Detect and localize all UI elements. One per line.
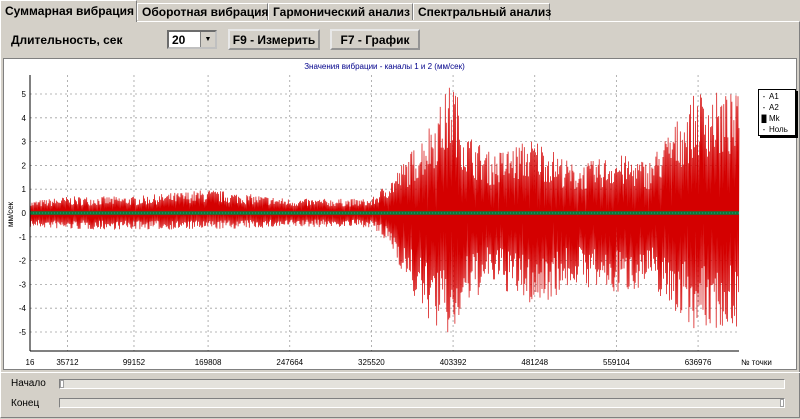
chart-title: Значения вибрации - каналы 1 и 2 (мм/сек…: [304, 62, 465, 71]
chart-legend: - A1 - A2 █ Mk - Ноль: [758, 89, 796, 136]
chart-canvas: Значения вибрации - каналы 1 и 2 (мм/сек…: [6, 62, 772, 367]
y-tick-label: -5: [19, 328, 27, 337]
y-axis-label: мм/сек: [6, 201, 15, 227]
legend-label: Ноль: [769, 125, 788, 134]
tab-spectral-analysis[interactable]: Спектральный анализ: [413, 3, 551, 20]
x-tick-label: 16: [26, 358, 35, 367]
x-tick-label: 325520: [358, 358, 385, 367]
range-panel: Начало Конец: [0, 372, 800, 419]
duration-label: Длительность, сек: [11, 33, 123, 47]
y-tick-label: 3: [22, 138, 27, 147]
legend-item-a1: - A1: [761, 91, 793, 102]
x-tick-label: 636976: [685, 358, 712, 367]
tab-rotational-vibration[interactable]: Оборотная вибрация: [137, 3, 269, 20]
legend-symbol: -: [762, 125, 766, 134]
x-tick-label: 247664: [276, 358, 303, 367]
y-tick-label: -4: [19, 304, 27, 313]
x-tick-label: 35712: [56, 358, 79, 367]
duration-value: 20: [172, 33, 186, 47]
y-tick-label: 4: [22, 114, 27, 123]
legend-item-zero: - Ноль: [761, 124, 793, 135]
graph-button[interactable]: F7 - График: [330, 29, 420, 50]
start-label: Начало: [11, 378, 46, 389]
end-slider[interactable]: [59, 398, 785, 408]
measure-button[interactable]: F9 - Измерить: [228, 29, 320, 50]
x-tick-label: 99152: [123, 358, 146, 367]
series-a1-line: [29, 87, 740, 333]
end-slider-thumb[interactable]: [780, 399, 784, 407]
y-tick-label: -2: [19, 257, 27, 266]
y-tick-label: 5: [22, 90, 27, 99]
x-tick-label: 481248: [521, 358, 548, 367]
chevron-down-icon[interactable]: ▼: [200, 32, 215, 47]
legend-item-a2: - A2: [761, 102, 793, 113]
tab-strip: Суммарная вибрация Оборотная вибрация Га…: [0, 0, 800, 22]
start-slider[interactable]: [59, 379, 785, 389]
x-axis-label: № точки: [741, 358, 772, 367]
legend-label: A2: [769, 103, 779, 112]
start-slider-thumb[interactable]: [60, 380, 64, 388]
legend-label: A1: [769, 92, 779, 101]
vibration-chart: Значения вибрации - каналы 1 и 2 (мм/сек…: [3, 58, 797, 370]
legend-symbol: -: [762, 103, 766, 112]
tab-total-vibration[interactable]: Суммарная вибрация: [0, 0, 137, 22]
tab-harmonic-analysis[interactable]: Гармонический анализ: [268, 3, 413, 20]
legend-label: Mk: [769, 114, 780, 123]
y-tick-label: -1: [19, 233, 27, 242]
x-tick-label: 403392: [440, 358, 467, 367]
y-tick-label: 0: [22, 209, 27, 218]
y-tick-label: -3: [19, 280, 27, 289]
x-tick-label: 559104: [603, 358, 630, 367]
duration-select[interactable]: 20 ▼: [167, 30, 217, 49]
legend-item-mk: █ Mk: [761, 113, 793, 124]
x-tick-label: 169808: [195, 358, 222, 367]
y-tick-label: 2: [22, 161, 27, 170]
end-label: Конец: [11, 398, 40, 409]
legend-symbol: -: [762, 92, 766, 101]
toolbar: Длительность, сек 20 ▼ F9 - Измерить F7 …: [0, 22, 800, 58]
y-tick-label: 1: [22, 185, 27, 194]
